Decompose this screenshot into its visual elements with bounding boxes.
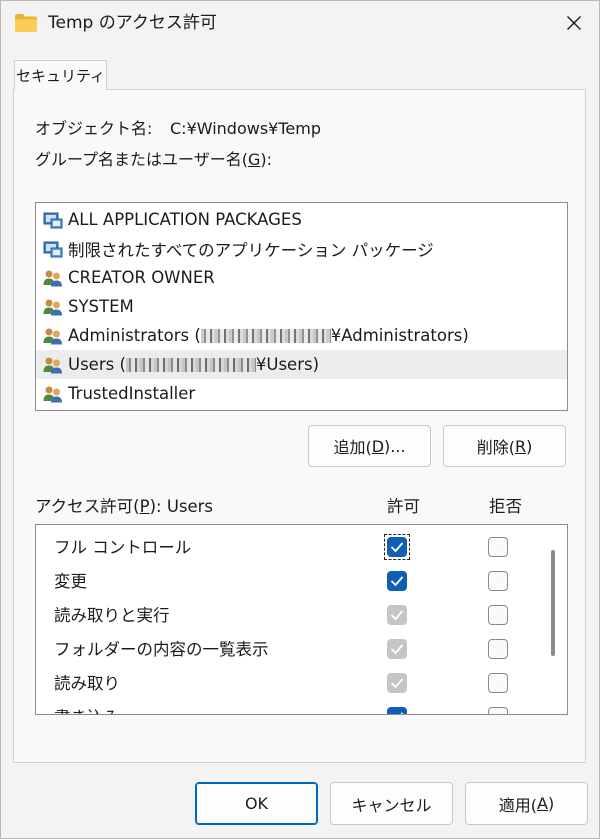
allow-checkbox[interactable] — [387, 537, 407, 557]
permission-label: フォルダーの内容の一覧表示 — [54, 640, 269, 659]
allow-checkbox[interactable] — [387, 571, 407, 591]
add-button[interactable]: 追加(D)... — [308, 425, 431, 467]
list-item-label: TrustedInstaller — [68, 384, 196, 403]
checkmark-icon — [390, 610, 404, 621]
allow-checkbox[interactable] — [387, 673, 407, 693]
object-name-label: オブジェクト名: — [35, 119, 153, 138]
checkmark-icon — [390, 644, 404, 655]
list-item-label: Administrators (¥Administrators) — [68, 326, 469, 345]
group-user-list[interactable]: ALL APPLICATION PACKAGES 制限されたすべてのアプリケーシ… — [35, 202, 568, 411]
allow-checkbox[interactable] — [387, 707, 407, 714]
permissions-scrollbar[interactable] — [551, 550, 555, 656]
permission-label: 書き込み — [54, 706, 120, 714]
permission-row-full-control: フル コントロール — [36, 531, 546, 565]
redacted-domain — [125, 358, 256, 372]
deny-checkbox[interactable] — [488, 605, 508, 625]
permission-label: 読み取りと実行 — [54, 606, 170, 625]
window-title: Temp のアクセス許可 — [48, 13, 217, 33]
app-package-icon — [43, 212, 63, 228]
users-group-icon — [43, 328, 62, 344]
checkmark-icon — [390, 678, 404, 689]
list-item-users[interactable]: Users (¥Users) — [36, 350, 567, 379]
users-group-icon — [43, 270, 62, 286]
list-item-label: SYSTEM — [68, 297, 134, 316]
checkmark-icon — [400, 712, 404, 714]
list-item-system[interactable]: SYSTEM — [36, 292, 567, 321]
title-bar: Temp のアクセス許可 — [1, 1, 599, 45]
tab-security[interactable]: セキュリティ — [14, 60, 107, 90]
list-item-restricted-app-packages[interactable]: 制限されたすべてのアプリケーション パッケージ — [36, 234, 567, 263]
users-group-icon — [43, 386, 62, 402]
list-item-label: ALL APPLICATION PACKAGES — [68, 210, 302, 229]
remove-button[interactable]: 削除(R) — [443, 425, 566, 467]
list-item-administrators[interactable]: Administrators (¥Administrators) — [36, 321, 567, 350]
permissions-list: フル コントロール 変更 読み取りと実行 フォルダーの内容の一覧表示 読み取り — [35, 524, 568, 715]
close-button[interactable] — [555, 7, 593, 39]
object-name-value: C:¥Windows¥Temp — [170, 119, 321, 138]
permission-row-write: 書き込み — [36, 701, 546, 714]
cancel-button[interactable]: キャンセル — [330, 782, 453, 825]
allow-checkbox[interactable] — [387, 639, 407, 659]
deny-checkbox[interactable] — [488, 673, 508, 693]
list-item-all-application-packages[interactable]: ALL APPLICATION PACKAGES — [36, 205, 567, 234]
deny-checkbox[interactable] — [488, 571, 508, 591]
permission-label: フル コントロール — [54, 538, 192, 557]
users-group-icon — [43, 357, 62, 373]
list-item-label: Users (¥Users) — [68, 355, 320, 374]
checkmark-icon — [390, 576, 404, 587]
app-package-icon — [43, 241, 63, 257]
list-item-label: 制限されたすべてのアプリケーション パッケージ — [68, 240, 434, 260]
ok-button[interactable]: OK — [195, 782, 318, 825]
checkmark-icon — [390, 542, 404, 553]
permissions-header: アクセス許可(P): Users — [35, 497, 214, 516]
folder-icon — [15, 14, 37, 32]
deny-checkbox[interactable] — [488, 707, 508, 714]
deny-checkbox[interactable] — [488, 537, 508, 557]
permission-row-modify: 変更 — [36, 565, 546, 599]
permission-label: 読み取り — [54, 674, 120, 693]
deny-column-header: 拒否 — [489, 497, 522, 516]
list-item-label: CREATOR OWNER — [68, 268, 215, 287]
deny-checkbox[interactable] — [488, 639, 508, 659]
users-group-icon — [43, 299, 62, 315]
apply-button[interactable]: 適用(A) — [465, 782, 588, 825]
permission-row-list-folder: フォルダーの内容の一覧表示 — [36, 633, 546, 667]
permission-row-read: 読み取り — [36, 667, 546, 701]
list-item-creator-owner[interactable]: CREATOR OWNER — [36, 263, 567, 292]
group-user-label: グループ名またはユーザー名(G): — [35, 150, 273, 169]
permission-label: 変更 — [54, 572, 87, 591]
allow-column-header: 許可 — [387, 497, 420, 516]
permissions-dialog: Temp のアクセス許可 セキュリティ オブジェクト名: C:¥Windows¥… — [0, 0, 600, 839]
redacted-domain — [200, 329, 331, 343]
allow-checkbox[interactable] — [387, 605, 407, 625]
close-icon — [567, 16, 581, 30]
permission-row-read-execute: 読み取りと実行 — [36, 599, 546, 633]
list-item-trustedinstaller[interactable]: TrustedInstaller — [36, 379, 567, 408]
